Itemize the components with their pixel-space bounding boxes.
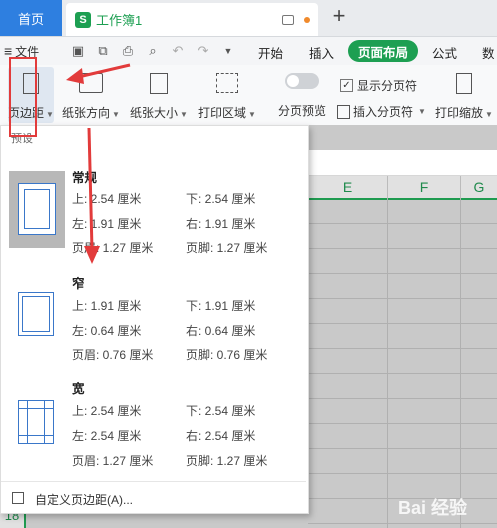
watermark: Bai 经验 <box>397 498 467 518</box>
annotation-arrows <box>66 63 131 264</box>
arrow-head-vertical <box>84 246 100 264</box>
arrow-head-horizontal <box>66 68 84 84</box>
arrow-line-vertical <box>87 127 94 251</box>
